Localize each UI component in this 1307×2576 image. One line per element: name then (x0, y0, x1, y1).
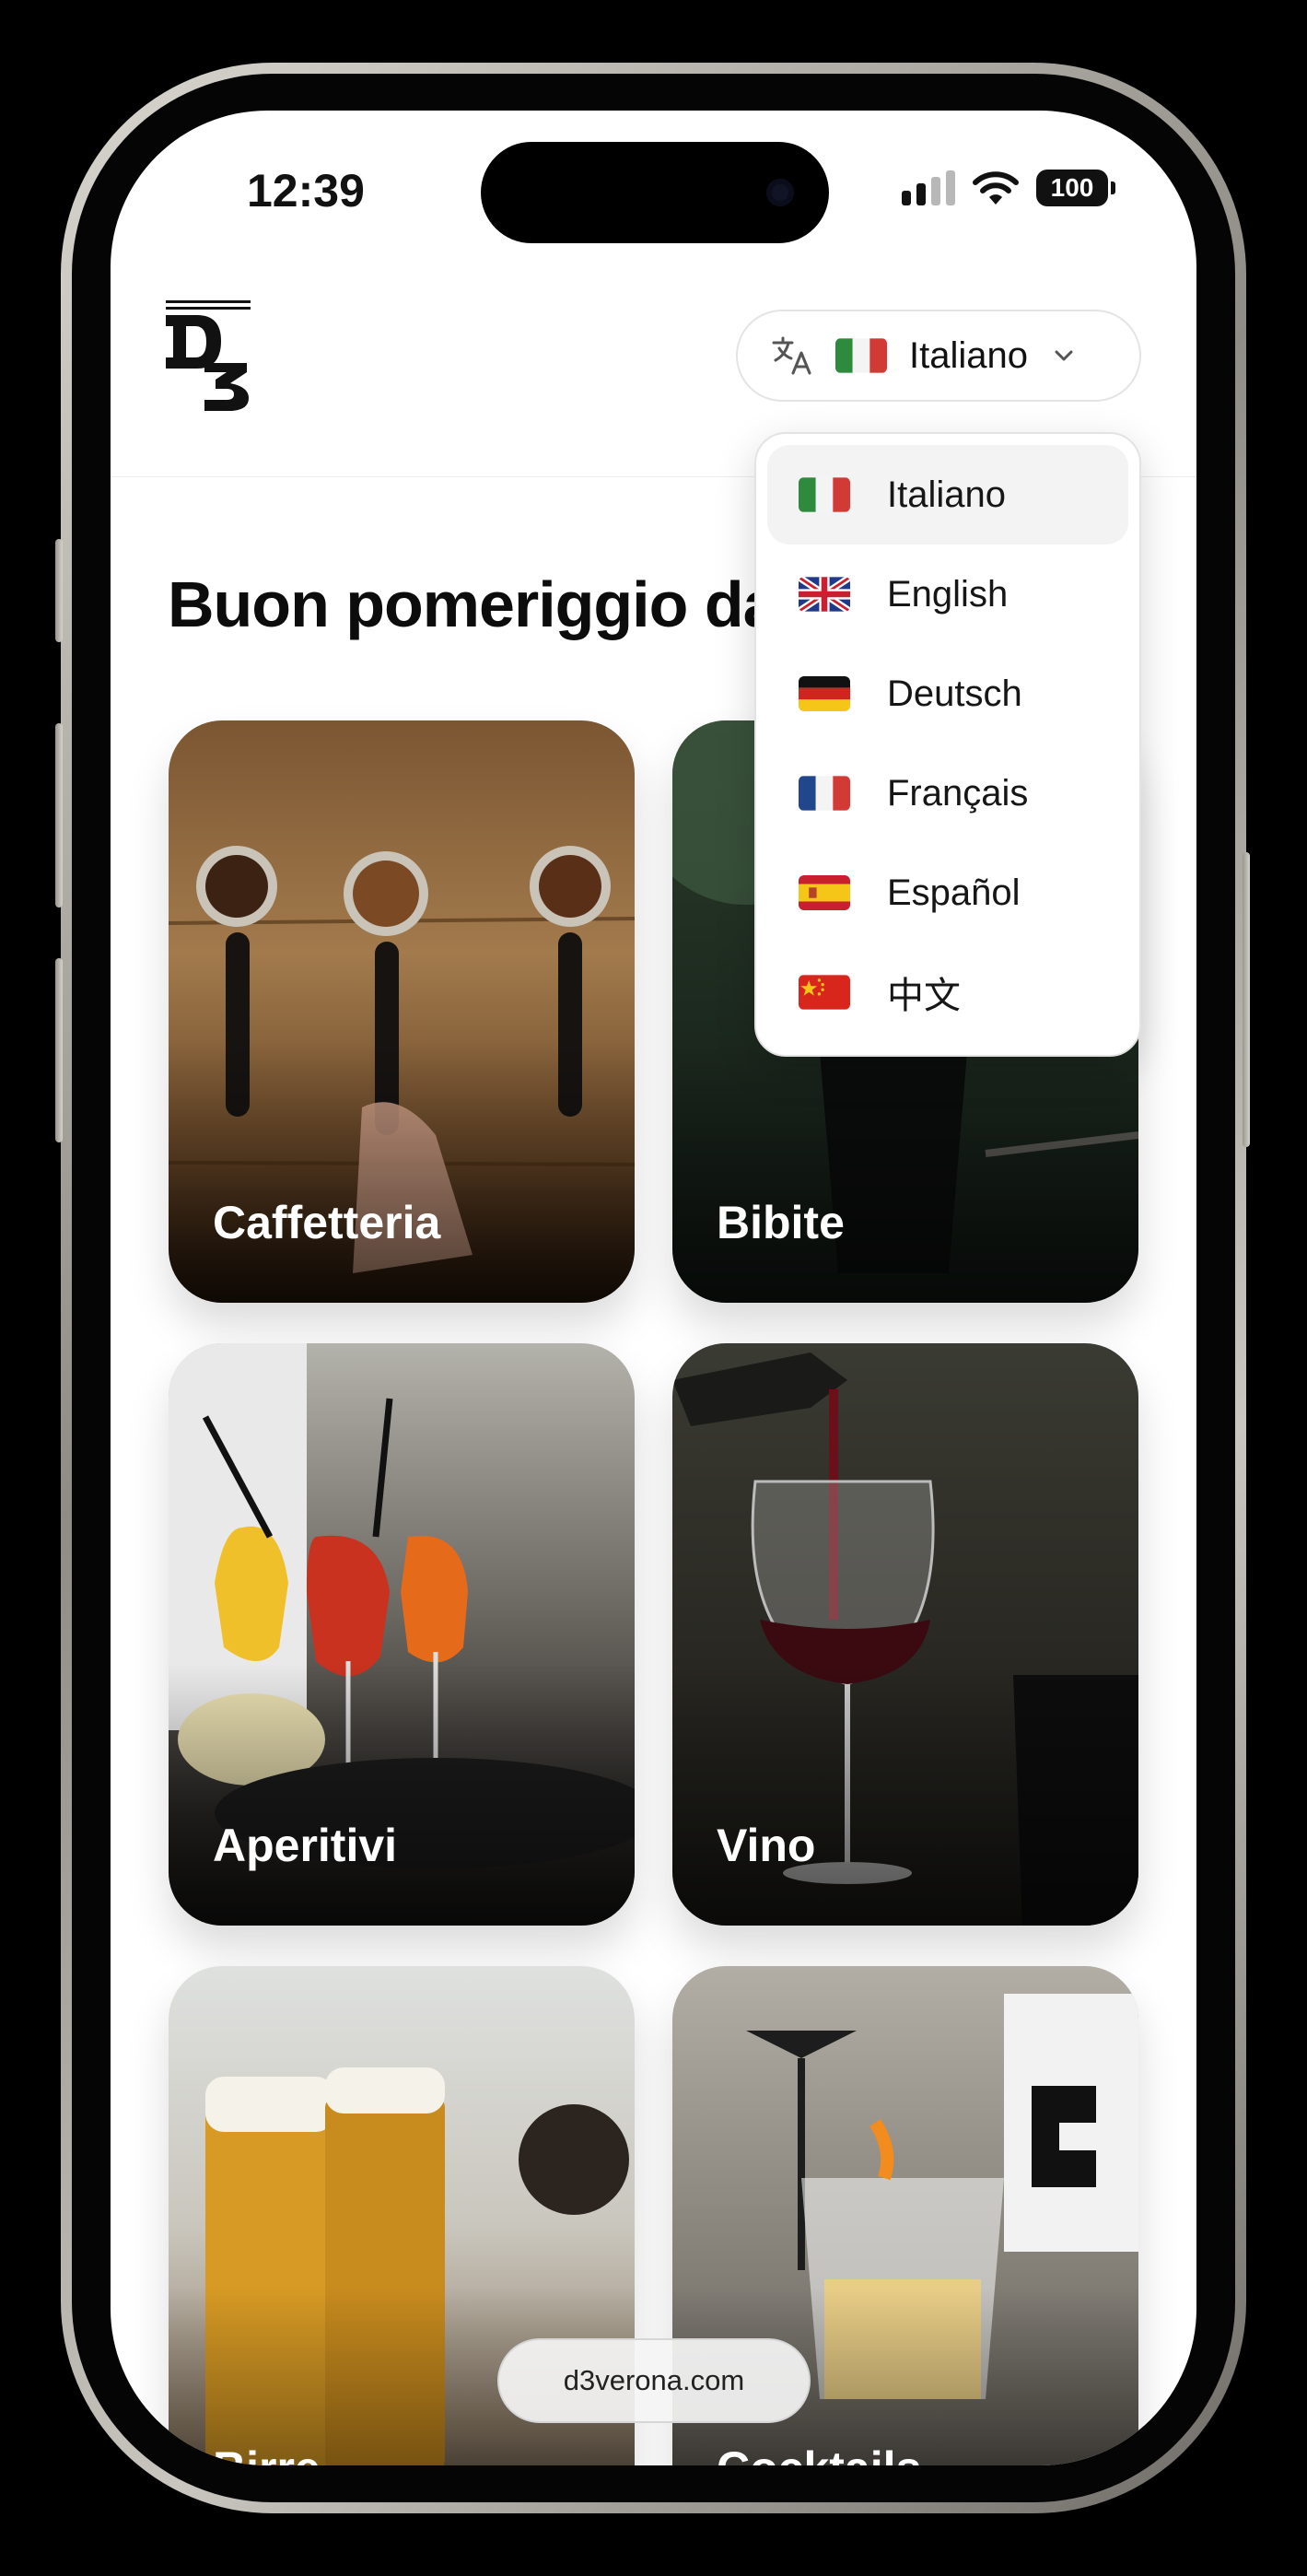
language-option-label: 中文 (887, 976, 961, 1016)
language-option-english[interactable]: English (767, 544, 1128, 644)
germany-flag-icon (799, 676, 850, 711)
dynamic-island (481, 142, 829, 243)
screen: 12:39 100 Italiano Buon pomeriggio da Ca… (111, 111, 1196, 2465)
category-card-aperitivi[interactable]: Aperitivi (169, 1343, 635, 1926)
category-label: Caffetteria (213, 1197, 441, 1248)
language-selector-label: Italiano (909, 334, 1028, 376)
category-card-vino[interactable]: Vino (672, 1343, 1138, 1926)
browser-url-bar[interactable]: d3verona.com (497, 2338, 811, 2423)
cellular-signal-icon (902, 170, 955, 205)
language-option-label: Deutsch (887, 673, 1022, 714)
language-option-francais[interactable]: Français (767, 744, 1128, 843)
category-label: Birre (213, 2441, 321, 2465)
language-option-label: English (887, 573, 1009, 615)
d3-logo[interactable] (164, 299, 252, 413)
power-button (1243, 852, 1250, 1147)
category-label: Vino (717, 1820, 816, 1871)
france-flag-icon (799, 776, 850, 811)
spain-flag-icon (799, 875, 850, 910)
category-label: Bibite (717, 1197, 845, 1248)
language-option-espanol[interactable]: Español (767, 843, 1128, 943)
page-greeting: Buon pomeriggio da (168, 568, 779, 640)
volume-up-button (55, 723, 63, 907)
camera-icon (766, 179, 794, 206)
volume-down-button (55, 958, 63, 1142)
language-option-label: Español (887, 872, 1021, 913)
china-flag-icon (799, 975, 850, 1010)
language-option-chinese[interactable]: 中文 (767, 943, 1128, 1042)
wifi-icon (973, 171, 1019, 205)
action-button (55, 539, 63, 642)
italy-flag-icon (799, 477, 850, 512)
translate-icon (772, 336, 811, 375)
language-option-italiano[interactable]: Italiano (767, 445, 1128, 544)
language-option-label: Français (887, 772, 1029, 814)
language-option-label: Italiano (887, 474, 1006, 515)
uk-flag-icon (799, 577, 850, 612)
language-selector-button[interactable]: Italiano (736, 310, 1141, 402)
category-card-caffetteria[interactable]: Caffetteria (169, 720, 635, 1303)
italy-flag-icon (835, 338, 887, 373)
status-time: 12:39 (247, 165, 365, 217)
language-option-deutsch[interactable]: Deutsch (767, 644, 1128, 744)
category-label: Cocktails (717, 2441, 921, 2465)
language-menu: Italiano English Deutsch Français Españo… (754, 432, 1141, 1057)
battery-icon: 100 (1036, 170, 1115, 206)
category-label: Aperitivi (213, 1820, 398, 1871)
chevron-down-icon (1055, 350, 1073, 361)
status-icons: 100 (902, 170, 1115, 206)
